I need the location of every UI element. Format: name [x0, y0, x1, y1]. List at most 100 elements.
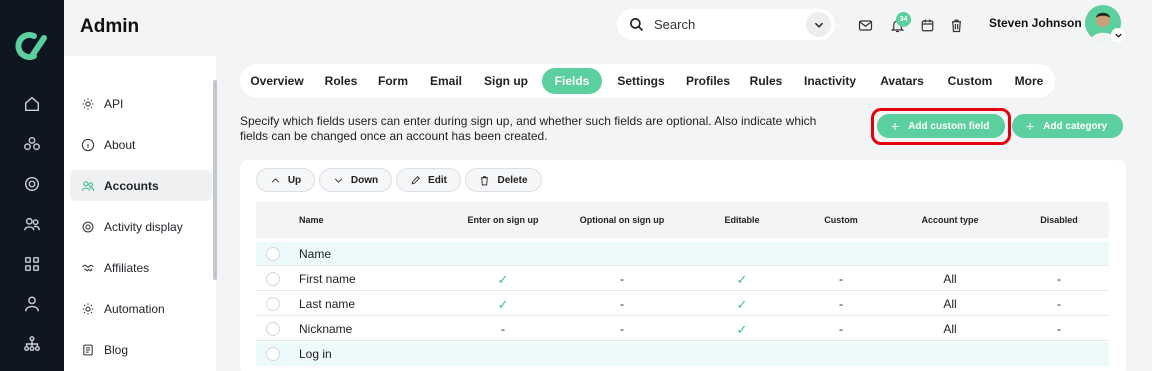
tab-settings[interactable]: Settings — [610, 68, 672, 94]
sidebar-item-automation[interactable]: Automation — [70, 293, 212, 324]
tab-avatars[interactable]: Avatars — [872, 68, 932, 94]
editable-cell: ✓ — [736, 322, 748, 337]
optional-on-signup-cell: - — [620, 322, 624, 336]
trash-icon — [481, 175, 489, 185]
table-row[interactable]: Name — [256, 242, 1109, 266]
handshake-icon — [82, 264, 94, 272]
column-header[interactable]: Name — [299, 215, 324, 225]
table-row[interactable]: Log in — [256, 342, 1109, 366]
column-header[interactable]: Account type — [890, 215, 1010, 225]
brand-logo-icon[interactable] — [12, 30, 52, 62]
sidebar-item-label: Blog — [104, 342, 129, 357]
tab-overview[interactable]: Overview — [244, 68, 310, 94]
user-menu-toggle[interactable] — [1111, 28, 1125, 42]
optional-on-signup-cell: - — [620, 297, 624, 311]
sidebar-item-label: API — [104, 96, 124, 111]
tab-form[interactable]: Form — [372, 68, 414, 94]
person-icon[interactable] — [20, 292, 44, 316]
sidebar-item-blog[interactable]: Blog — [70, 334, 212, 365]
row-select-radio[interactable] — [266, 272, 280, 286]
notification-count-badge: 34 — [896, 12, 911, 27]
column-header[interactable]: Optional on sign up — [562, 215, 682, 225]
sidebar-item-affiliates[interactable]: Affiliates — [70, 252, 212, 283]
delete-button[interactable]: Delete — [465, 168, 542, 192]
info-icon — [81, 138, 95, 151]
search-bar[interactable] — [617, 9, 835, 40]
trash-icon[interactable] — [947, 16, 965, 34]
sidebar-scrollbar[interactable] — [213, 80, 217, 280]
tab-email[interactable]: Email — [422, 68, 470, 94]
chevron-down-icon — [814, 22, 823, 28]
document-icon — [83, 344, 93, 355]
tab-profiles[interactable]: Profiles — [680, 68, 736, 94]
custom-cell: - — [839, 272, 843, 286]
grid-icon[interactable] — [20, 252, 44, 276]
row-name: Log in — [299, 347, 332, 361]
optional-on-signup-cell: - — [620, 272, 624, 286]
row-name: First name — [299, 272, 356, 286]
disabled-cell: - — [1057, 322, 1061, 336]
table-header: Name Enter on sign up Optional on sign u… — [256, 202, 1109, 238]
column-header[interactable]: Custom — [781, 215, 901, 225]
gear-icon — [82, 97, 94, 110]
user-name[interactable]: Steven Johnson — [989, 16, 1082, 30]
column-header[interactable]: Enter on sign up — [443, 215, 563, 225]
app-rail — [0, 0, 64, 371]
fields-description: Specify which fields users can enter dur… — [240, 114, 817, 143]
sidebar-item-accounts[interactable]: Accounts — [70, 170, 212, 201]
search-input[interactable] — [654, 17, 804, 32]
edit-button[interactable]: Edit — [396, 168, 461, 192]
add-category-button[interactable]: + Add category — [1012, 114, 1123, 138]
tab-custom[interactable]: Custom — [940, 68, 1000, 94]
sidebar-item-about[interactable]: About — [70, 129, 212, 160]
top-header: Admin 34 Steven Johnson — [64, 0, 1152, 56]
pencil-icon — [411, 175, 421, 184]
chevron-down-icon — [334, 178, 343, 183]
users-group-icon[interactable] — [20, 132, 44, 156]
table-row[interactable]: Last name ✓ - ✓ - All - — [256, 292, 1109, 316]
enter-on-signup-cell: ✓ — [497, 297, 509, 312]
chevron-down-icon — [1114, 33, 1122, 38]
sidebar-item-label: About — [104, 137, 136, 152]
tab-rules[interactable]: Rules — [744, 68, 788, 94]
editable-cell: ✓ — [736, 272, 748, 287]
people-icon[interactable] — [20, 212, 44, 236]
row-select-radio[interactable] — [266, 297, 280, 311]
row-name: Nickname — [299, 322, 353, 336]
page-title: Admin — [80, 16, 140, 37]
tab-more[interactable]: More — [1008, 68, 1050, 94]
row-select-radio[interactable] — [266, 322, 280, 336]
table-row[interactable]: First name ✓ - ✓ - All - — [256, 267, 1109, 291]
account-type-cell: All — [943, 322, 957, 336]
column-header[interactable]: Disabled — [999, 215, 1119, 225]
custom-cell: - — [839, 297, 843, 311]
people-icon — [81, 180, 95, 191]
move-down-button[interactable]: Down — [319, 168, 392, 192]
target-icon — [82, 221, 94, 232]
tab-bar: Overview Roles Form Email Sign up Fields… — [240, 64, 1055, 98]
tab-sign-up[interactable]: Sign up — [478, 68, 534, 94]
search-scope-dropdown[interactable] — [806, 12, 831, 37]
hierarchy-icon[interactable] — [20, 332, 44, 356]
tab-roles[interactable]: Roles — [318, 68, 364, 94]
account-type-cell: All — [943, 272, 957, 286]
plus-icon: + — [1026, 118, 1035, 134]
disabled-cell: - — [1057, 297, 1061, 311]
sidebar-item-api[interactable]: API — [70, 88, 212, 119]
row-select-radio[interactable] — [266, 347, 280, 361]
sidebar-item-label: Activity display — [104, 219, 183, 234]
home-icon[interactable] — [20, 92, 44, 116]
settings-sidebar: API About Accounts Activity display Affi… — [64, 56, 216, 371]
row-select-radio[interactable] — [266, 247, 280, 261]
calendar-icon[interactable] — [918, 16, 936, 34]
tab-fields[interactable]: Fields — [542, 68, 602, 94]
tab-inactivity[interactable]: Inactivity — [796, 68, 864, 94]
row-name: Name — [299, 247, 332, 261]
move-up-button[interactable]: Up — [256, 168, 315, 192]
sidebar-item-label: Accounts — [104, 178, 159, 193]
sidebar-item-activity-display[interactable]: Activity display — [70, 211, 212, 242]
table-row[interactable]: Nickname - - ✓ - All - — [256, 317, 1109, 341]
mail-icon[interactable] — [856, 16, 874, 34]
sidebar-item-label: Automation — [104, 301, 165, 316]
target-icon[interactable] — [20, 172, 44, 196]
